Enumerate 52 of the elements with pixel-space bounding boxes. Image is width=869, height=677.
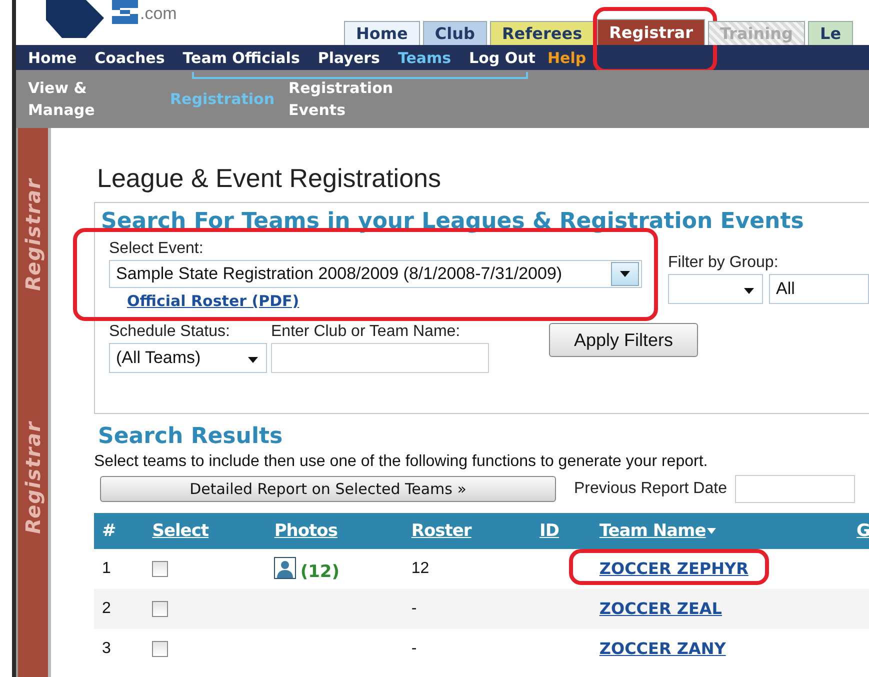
sort-caret-icon[interactable] <box>706 528 716 534</box>
event-dropdown[interactable]: Sample State Registration 2008/2009 (8/1/2008-7/31/2009) <box>109 260 642 288</box>
logo-text: .com <box>140 4 177 24</box>
roster-count: - <box>411 640 417 657</box>
person-icon[interactable] <box>274 556 296 578</box>
nav-link[interactable]: Coaches <box>94 48 165 66</box>
report-button[interactable]: Detailed Report on Selected Teams » <box>100 476 556 502</box>
caret-icon <box>248 357 258 363</box>
field-label: Previous Report Date <box>574 480 727 498</box>
roster-link[interactable]: Official Roster (PDF) <box>127 292 300 310</box>
roster-count: 12 <box>411 560 430 577</box>
caret-icon <box>620 271 630 277</box>
field-label: Schedule Status: <box>109 323 231 341</box>
row-number: 3 <box>102 640 111 657</box>
page-title: League & Event Registrations <box>97 163 442 194</box>
subnav-link[interactable]: Registration Events <box>288 77 419 121</box>
group-dropdown[interactable]: All <box>769 274 869 304</box>
checkbox[interactable] <box>152 640 168 657</box>
team-link[interactable]: ZOCCER ZEPHYR <box>599 559 748 578</box>
nav-link[interactable]: Players <box>318 48 380 66</box>
input-field[interactable] <box>271 343 489 373</box>
row-number: 2 <box>102 600 111 617</box>
nav-link[interactable]: Home <box>28 48 77 66</box>
field-label: Select Event: <box>109 240 204 258</box>
field-label: Enter Club or Team Name: <box>271 323 462 341</box>
section-heading: Search Results <box>98 424 284 449</box>
checkbox[interactable] <box>152 560 168 577</box>
nav-link[interactable]: Teams <box>398 48 452 66</box>
field-label: Filter by Group: <box>668 254 780 272</box>
nav-link[interactable]: Help <box>547 48 586 66</box>
nav-tab[interactable]: Home <box>344 21 420 45</box>
status-dropdown[interactable]: (All Teams) <box>109 343 267 373</box>
instructions-text: Select teams to include then use one of the following functions to generate your report. <box>94 453 709 471</box>
apply-filters-button[interactable]: Apply Filters <box>549 323 698 357</box>
column-header-link[interactable]: ID <box>540 521 559 541</box>
photo-count: (12) <box>300 562 340 582</box>
row-number: 1 <box>102 560 111 577</box>
nav-tab[interactable]: Club <box>422 21 487 45</box>
nav-tab[interactable]: Le <box>808 21 854 45</box>
roster-count: - <box>411 600 417 617</box>
team-link[interactable]: ZOCCER ZANY <box>599 639 726 658</box>
nav-link[interactable]: Team Officials <box>182 48 300 66</box>
caret-icon <box>744 288 754 294</box>
sidebar-label: Registrar <box>21 420 45 534</box>
sidebar-label: Registrar <box>21 178 45 291</box>
nav-link[interactable]: Log Out <box>469 48 536 66</box>
nav-tab[interactable]: Registrar <box>597 19 705 45</box>
subnav-link[interactable]: View & Manage <box>28 77 156 121</box>
date-field[interactable] <box>734 475 855 503</box>
checkbox[interactable] <box>152 600 168 617</box>
nav-tab[interactable]: Referees <box>490 21 594 45</box>
column-header: # <box>102 521 116 541</box>
